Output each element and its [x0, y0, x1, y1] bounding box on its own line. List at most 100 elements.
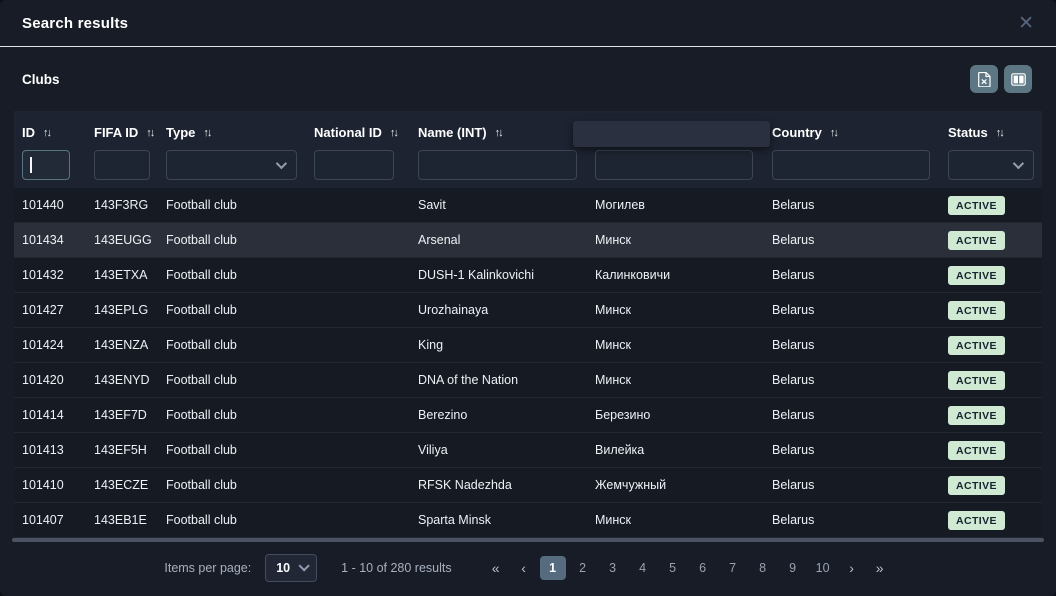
table-row[interactable]: 101420143ENYDFootball clubDNA of the Nat…	[14, 363, 1042, 398]
pagination-footer: Items per page: 10 1 - 10 of 280 results…	[0, 543, 1056, 593]
cell-id: 101434	[14, 233, 86, 247]
cell-status: ACTIVE	[940, 196, 1042, 215]
cell-country: Belarus	[764, 513, 940, 527]
page-button[interactable]: 9	[780, 556, 806, 580]
cell-type: Football club	[158, 198, 306, 212]
page-button[interactable]: 8	[750, 556, 776, 580]
export-excel-button[interactable]	[970, 65, 998, 93]
sort-icon[interactable]: ↑↓	[203, 127, 210, 139]
column-header-country[interactable]: Country↑↓	[764, 116, 940, 149]
fifa-id-filter-input[interactable]	[94, 150, 150, 180]
first-page-button[interactable]: «	[484, 556, 508, 580]
page-button[interactable]: 10	[810, 556, 836, 580]
table-row[interactable]: 101413143EF5HFootball clubViliyaВилейкаB…	[14, 433, 1042, 468]
column-header-name-int[interactable]: Name (INT)↑↓	[410, 116, 587, 149]
sort-icon[interactable]: ↑↓	[146, 127, 153, 139]
horizontal-scrollbar[interactable]	[12, 538, 1044, 542]
cell-name-int: DNA of the Nation	[410, 373, 587, 387]
status-badge: ACTIVE	[948, 301, 1005, 320]
column-header-id[interactable]: ID↑↓	[14, 116, 86, 149]
name-national-filter-input[interactable]	[595, 150, 753, 180]
last-page-button[interactable]: »	[868, 556, 892, 580]
type-filter-select[interactable]	[166, 150, 297, 180]
table-row[interactable]: 101424143ENZAFootball clubKingМинскBelar…	[14, 328, 1042, 363]
table-row[interactable]: 101432143ETXAFootball clubDUSH-1 Kalinko…	[14, 258, 1042, 293]
next-page-button[interactable]: ›	[840, 556, 864, 580]
cell-status: ACTIVE	[940, 511, 1042, 530]
page-button[interactable]: 6	[690, 556, 716, 580]
cell-country: Belarus	[764, 198, 940, 212]
section-bar: Clubs	[14, 48, 1042, 110]
cell-type: Football club	[158, 513, 306, 527]
text-cursor	[30, 157, 32, 173]
cell-country: Belarus	[764, 338, 940, 352]
table-row[interactable]: 101414143EF7DFootball clubBerezinoБерези…	[14, 398, 1042, 433]
cell-country: Belarus	[764, 373, 940, 387]
page-button[interactable]: 3	[600, 556, 626, 580]
sort-icon[interactable]: ↑↓	[830, 127, 837, 139]
cell-status: ACTIVE	[940, 336, 1042, 355]
cell-name-int: Sparta Minsk	[410, 513, 587, 527]
page-button[interactable]: 7	[720, 556, 746, 580]
page-list: 12345678910	[540, 556, 836, 580]
table-row[interactable]: 101440143F3RGFootball clubSavitМогилевBe…	[14, 188, 1042, 223]
table-row[interactable]: 101427143EPLGFootball clubUrozhainayaМин…	[14, 293, 1042, 328]
sort-icon[interactable]: ↑↓	[996, 127, 1003, 139]
table-row[interactable]: 101434143EUGGFootball clubArsenalМинскBe…	[14, 223, 1042, 258]
cell-name-national: Могилев	[587, 198, 764, 212]
cell-type: Football club	[158, 408, 306, 422]
page-button[interactable]: 2	[570, 556, 596, 580]
column-header-type[interactable]: Type↑↓	[158, 116, 306, 149]
header-filter-row	[14, 149, 1042, 188]
cell-status: ACTIVE	[940, 301, 1042, 320]
cell-name-national: Минск	[587, 338, 764, 352]
items-per-page-select[interactable]: 10	[265, 554, 317, 582]
search-results-modal: Search results ✕ Clubs	[0, 0, 1056, 596]
table-body: 101440143F3RGFootball clubSavitМогилевBe…	[14, 188, 1042, 538]
name-int-filter-input[interactable]	[418, 150, 577, 180]
section-title: Clubs	[22, 72, 60, 87]
status-filter-select[interactable]	[948, 150, 1034, 180]
column-header-status[interactable]: Status↑↓	[940, 116, 1042, 149]
modal-header: Search results ✕	[0, 0, 1056, 47]
cell-name-national: Минск	[587, 303, 764, 317]
cell-name-national: Минск	[587, 373, 764, 387]
cell-type: Football club	[158, 478, 306, 492]
country-filter-input[interactable]	[772, 150, 930, 180]
column-header-national-id[interactable]: National ID↑↓	[306, 116, 410, 149]
column-header-fifa-id[interactable]: FIFA ID↑↓	[86, 116, 158, 149]
items-per-page-label: Items per page:	[164, 561, 251, 575]
status-badge: ACTIVE	[948, 476, 1005, 495]
cell-status: ACTIVE	[940, 371, 1042, 390]
cell-name-int: Savit	[410, 198, 587, 212]
modal-title: Search results	[22, 15, 128, 32]
table-row[interactable]: 101407143EB1EFootball club Sparta MinskМи…	[14, 503, 1042, 538]
cell-name-national: Минск	[587, 513, 764, 527]
pager: « ‹ 12345678910 › »	[484, 556, 892, 580]
cell-id: 101410	[14, 478, 86, 492]
cell-fifa-id: 143ECZE	[86, 478, 158, 492]
cell-status: ACTIVE	[940, 406, 1042, 425]
cell-name-int: RFSK Nadezhda	[410, 478, 587, 492]
page-button[interactable]: 5	[660, 556, 686, 580]
page-button[interactable]: 1	[540, 556, 566, 580]
columns-icon	[1011, 73, 1026, 86]
sort-icon[interactable]: ↑↓	[495, 127, 502, 139]
table-row[interactable]: 101410143ECZEFootball clubRFSK NadezhdaЖ…	[14, 468, 1042, 503]
cell-fifa-id: 143ENZA	[86, 338, 158, 352]
cell-id: 101424	[14, 338, 86, 352]
cell-id: 101407	[14, 513, 86, 527]
close-icon[interactable]: ✕	[1018, 14, 1034, 33]
status-badge: ACTIVE	[948, 336, 1005, 355]
sort-icon[interactable]: ↑↓	[43, 127, 50, 139]
sort-icon[interactable]: ↑↓	[390, 127, 397, 139]
cell-id: 101427	[14, 303, 86, 317]
cell-id: 101413	[14, 443, 86, 457]
cell-fifa-id: 143EB1E	[86, 513, 158, 527]
page-button[interactable]: 4	[630, 556, 656, 580]
column-settings-button[interactable]	[1004, 65, 1032, 93]
prev-page-button[interactable]: ‹	[512, 556, 536, 580]
status-badge: ACTIVE	[948, 441, 1005, 460]
cell-type: Football club	[158, 373, 306, 387]
national-id-filter-input[interactable]	[314, 150, 394, 180]
